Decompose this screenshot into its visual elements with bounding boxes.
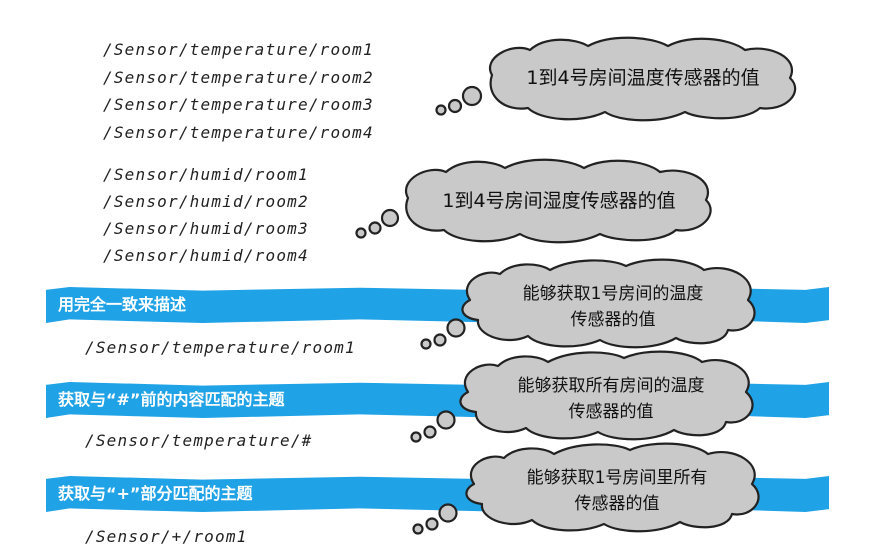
cloud-text-hash-line1: 能够获取所有房间的温度 <box>517 376 705 396</box>
cloud-text-exact-line2: 传感器的值 <box>570 310 656 330</box>
cloud-text-hash-line2: 传感器的值 <box>568 402 654 422</box>
cloud-text-exact-line1: 能够获取1号房间的温度 <box>522 284 704 304</box>
cloud-text-humid: 1到4号房间湿度传感器的值 <box>442 190 676 212</box>
cloud-text-plus-line2: 传感器的值 <box>574 494 660 514</box>
cloud-text-plus-line1: 能够获取1号房间里所有 <box>526 468 708 488</box>
cloud-text-temperature: 1到4号房间温度传感器的值 <box>526 67 760 89</box>
